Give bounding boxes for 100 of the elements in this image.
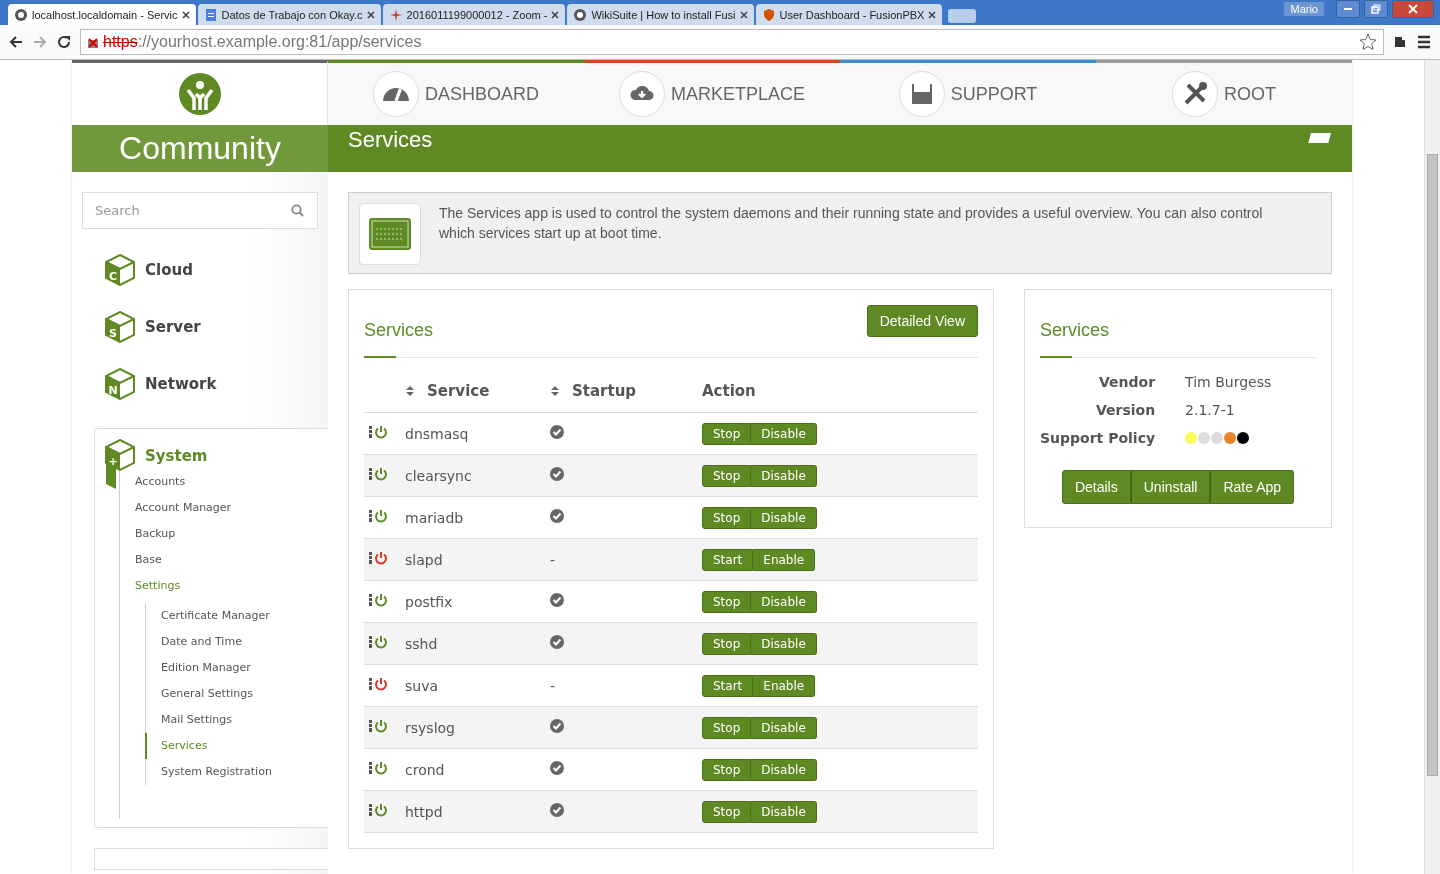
close-window-button[interactable] [1392, 0, 1434, 18]
power-icon[interactable] [368, 803, 388, 817]
action-button[interactable]: Disable [751, 506, 817, 529]
close-icon[interactable] [928, 10, 937, 19]
action-button[interactable]: Stop [702, 506, 752, 529]
logo-icon[interactable] [177, 72, 222, 116]
menu-item[interactable]: Date and Time [161, 629, 328, 655]
power-icon[interactable] [368, 761, 388, 775]
menu-icon[interactable] [1416, 34, 1432, 50]
service-name: crond [404, 748, 549, 791]
service-name: dnsmasq [404, 412, 549, 455]
close-icon[interactable] [551, 10, 560, 19]
sort-icon[interactable] [405, 385, 415, 397]
power-icon[interactable] [368, 467, 388, 481]
power-icon[interactable] [368, 593, 388, 607]
field-value: Tim Burgess [1185, 374, 1273, 390]
service-name: rsyslog [404, 706, 549, 749]
action-button[interactable]: Enable [753, 548, 816, 571]
menu-item[interactable]: Mail Settings [161, 707, 328, 733]
new-tab-button[interactable] [948, 9, 977, 23]
app-action-button[interactable]: Rate App [1210, 470, 1295, 504]
close-icon[interactable] [181, 10, 190, 19]
action-button[interactable]: Disable [751, 422, 817, 445]
category-link[interactable]: Cloud [145, 260, 193, 279]
menu-item[interactable]: Certificate Manager [161, 603, 328, 629]
field-label: Vendor [1098, 374, 1156, 390]
action-button[interactable]: Enable [753, 674, 816, 697]
app-action-button[interactable]: Uninstall [1130, 470, 1211, 504]
category-link[interactable]: Server [145, 317, 201, 336]
close-icon [1408, 4, 1418, 14]
card-title: Services [364, 319, 434, 341]
extension-icon[interactable] [1392, 34, 1408, 50]
action-button[interactable]: Disable [751, 716, 817, 739]
bookmark-star-icon[interactable] [1359, 33, 1377, 51]
cube-icon: N [105, 367, 135, 400]
gauge-icon [382, 87, 410, 101]
close-icon[interactable] [366, 10, 375, 19]
book-icon[interactable] [1306, 131, 1332, 147]
power-icon[interactable] [368, 719, 388, 733]
address-bar[interactable]: https://yourhost.example.org:81/app/services [80, 29, 1384, 55]
browser-tab[interactable]: 2016011199000012 - Zoom - [382, 4, 566, 25]
menu-item[interactable]: Settings [135, 573, 328, 599]
cube-icon: C [105, 253, 135, 286]
action-button[interactable]: Disable [751, 464, 817, 487]
description-text: The Services app is used to control the system daemons and their running state and provides a useful overview. You can also control which services start up at boot time. [439, 204, 1264, 243]
action-button[interactable]: Disable [751, 800, 817, 823]
column-header[interactable]: Service [427, 382, 490, 400]
close-icon[interactable] [739, 10, 748, 19]
doc-icon [203, 7, 218, 22]
back-icon[interactable] [8, 34, 24, 50]
field-value: 2.1.7-1 [1185, 402, 1236, 418]
power-icon[interactable] [368, 509, 388, 523]
app-action-button[interactable]: Details [1061, 470, 1131, 504]
column-header[interactable]: Startup [572, 382, 637, 400]
browser-tab[interactable]: WikiSuite | How to install Fusi [567, 4, 754, 25]
browser-tab[interactable]: User Dashboard - FusionPBX [755, 4, 943, 25]
action-button[interactable]: Start [702, 674, 754, 697]
power-icon[interactable] [368, 677, 388, 691]
page-title: Services [348, 126, 434, 154]
menu-item[interactable]: Account Manager [135, 495, 328, 521]
action-button[interactable]: Stop [702, 464, 752, 487]
menu-item[interactable]: Edition Manager [161, 655, 328, 681]
menu-item[interactable]: Base [135, 547, 328, 573]
search-field[interactable]: Search [82, 192, 318, 229]
browser-tab[interactable]: Datos de Trabajo con Okay.c [197, 4, 381, 25]
minimize-button[interactable] [1336, 0, 1360, 18]
sort-icon[interactable] [550, 385, 560, 397]
action-button[interactable]: Stop [702, 632, 752, 655]
insecure-lock-icon [87, 35, 99, 49]
user-name: Mario [1284, 2, 1324, 16]
category-link[interactable]: Network [145, 374, 217, 393]
action-button[interactable]: Disable [751, 758, 817, 781]
reload-icon[interactable] [56, 34, 72, 50]
power-icon[interactable] [368, 425, 388, 439]
menu-item[interactable]: Services [145, 733, 328, 759]
action-button[interactable]: Stop [702, 800, 752, 823]
field-label: Support Policy [1040, 430, 1156, 446]
menu-item[interactable]: System Registration [161, 759, 328, 785]
restore-button[interactable] [1364, 0, 1388, 18]
card-title: Services [1040, 319, 1110, 341]
power-icon[interactable] [368, 635, 388, 649]
menu-item[interactable]: General Settings [161, 681, 328, 707]
power-icon[interactable] [368, 551, 388, 565]
service-name: postfix [404, 580, 549, 623]
action-button[interactable]: Stop [702, 716, 752, 739]
action-button[interactable]: Stop [702, 758, 752, 781]
column-header[interactable]: Action [702, 382, 756, 400]
action-button[interactable]: Start [702, 548, 754, 571]
brand-name: Community [72, 125, 328, 172]
scrollbar-thumb[interactable] [1427, 154, 1438, 776]
action-button[interactable]: Disable [751, 590, 817, 613]
restore-icon [1371, 4, 1381, 14]
app-icon [368, 217, 412, 251]
detailed-view-button[interactable]: Detailed View [866, 305, 978, 337]
menu-item[interactable]: Backup [135, 521, 328, 547]
service-name: sshd [404, 622, 549, 665]
action-button[interactable]: Disable [751, 632, 817, 655]
action-button[interactable]: Stop [702, 422, 752, 445]
browser-tab[interactable]: localhost.localdomain - Servic [8, 4, 196, 25]
action-button[interactable]: Stop [702, 590, 752, 613]
